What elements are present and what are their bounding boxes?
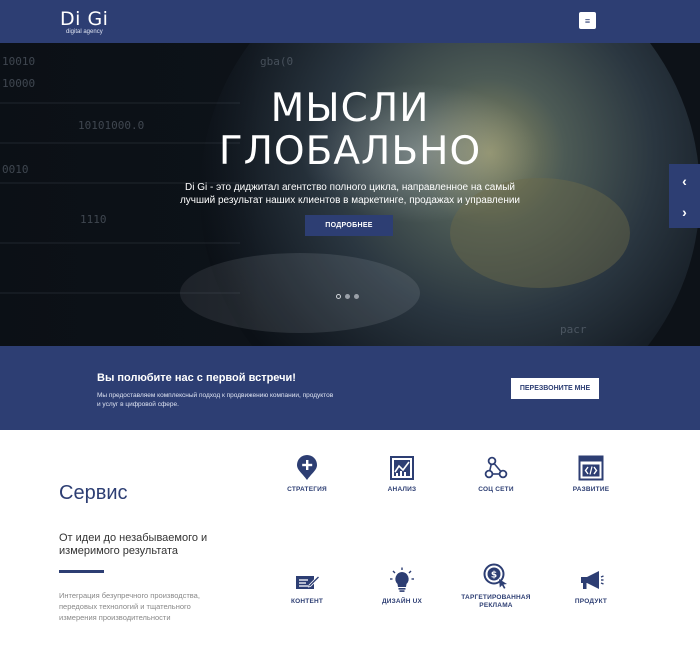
service-label: РАЗВИТИЕ [572, 486, 610, 493]
network-nodes-icon [484, 456, 508, 479]
services-description: Интеграция безупречного производства, пе… [59, 591, 200, 622]
svg-text:1110: 1110 [80, 213, 107, 226]
chevron-left-icon: ‹ [682, 172, 687, 189]
slider-dots [336, 294, 359, 299]
slider-dot-2[interactable] [345, 294, 350, 299]
svg-text:$: $ [491, 571, 497, 581]
hero-slider: 10010 10000 10101000.0 gba(0 pacr 0010 1… [0, 43, 700, 346]
service-label: КОНТЕНТ [290, 598, 324, 605]
logo[interactable]: Di Gi digital agency [60, 9, 108, 36]
dollar-target-icon: $ [483, 563, 507, 589]
hero-subtitle: Di Gi - это диджитал агентство полного ц… [179, 182, 521, 206]
service-label: ПРОДУКТ [574, 598, 608, 605]
svg-text:gba(0: gba(0 [260, 55, 293, 68]
service-item-ux-design[interactable]: ДИЗАЙН UX [362, 567, 442, 606]
cta-text: Мы предоставляем комплексный подход к пр… [97, 392, 334, 408]
services-subtitle: От идеи до незабываемого и измеримого ре… [59, 532, 208, 557]
hero-title-line2: ГЛОБАЛЬНО [218, 129, 482, 174]
service-label: АНАЛИЗ [387, 486, 417, 493]
slider-dot-1[interactable] [336, 294, 341, 299]
service-label: СТРАТЕГИЯ [287, 486, 327, 493]
lightbulb-icon [390, 567, 414, 592]
slider-dot-3[interactable] [354, 294, 359, 299]
service-item-development[interactable]: РАЗВИТИЕ [551, 455, 631, 494]
service-item-content[interactable]: КОНТЕНТ [267, 567, 347, 606]
logo-text: Di Gi [60, 8, 109, 30]
cta-title: Вы полюбите нас с первой встречи! [97, 372, 296, 384]
edit-pencil-icon [296, 575, 320, 589]
service-label: ТАРГЕТИРОВАННАЯ РЕКЛАМА [461, 594, 531, 609]
hamburger-icon: ≡ [584, 15, 591, 26]
services-title: Сервис [59, 482, 128, 504]
menu-button[interactable]: ≡ [579, 12, 596, 29]
slider-next-button[interactable]: › [669, 195, 700, 228]
analytics-chart-icon [390, 456, 414, 480]
slider-prev-button[interactable]: ‹ [669, 164, 700, 197]
services-divider [59, 570, 104, 573]
more-button[interactable]: ПОДРОБНЕЕ [305, 215, 393, 236]
cta-band: Вы полюбите нас с первой встречи! Мы пре… [0, 346, 700, 430]
service-label: СОЦ СЕТИ [478, 486, 514, 493]
code-window-icon [578, 455, 604, 481]
svg-text:pacr: pacr [560, 323, 587, 336]
service-item-strategy[interactable]: СТРАТЕГИЯ [267, 455, 347, 494]
chevron-right-icon: › [682, 203, 687, 220]
service-item-social[interactable]: СОЦ СЕТИ [456, 455, 536, 494]
service-item-product[interactable]: ПРОДУКТ [551, 567, 631, 606]
callback-button[interactable]: ПЕРЕЗВОНИТЕ МНЕ [511, 378, 599, 399]
site-header: Di Gi digital agency ≡ [0, 0, 700, 43]
hero-title-line1: МЫСЛИ [270, 86, 430, 131]
svg-text:10010: 10010 [2, 55, 35, 68]
service-label: ДИЗАЙН UX [381, 598, 423, 605]
megaphone-icon [581, 571, 604, 589]
logo-tagline: digital agency [66, 29, 103, 35]
service-item-analysis[interactable]: АНАЛИЗ [362, 455, 442, 494]
service-item-targeted-ads[interactable]: $ ТАРГЕТИРОВАННАЯ РЕКЛАМА [456, 563, 536, 610]
pin-plus-icon [297, 455, 317, 480]
